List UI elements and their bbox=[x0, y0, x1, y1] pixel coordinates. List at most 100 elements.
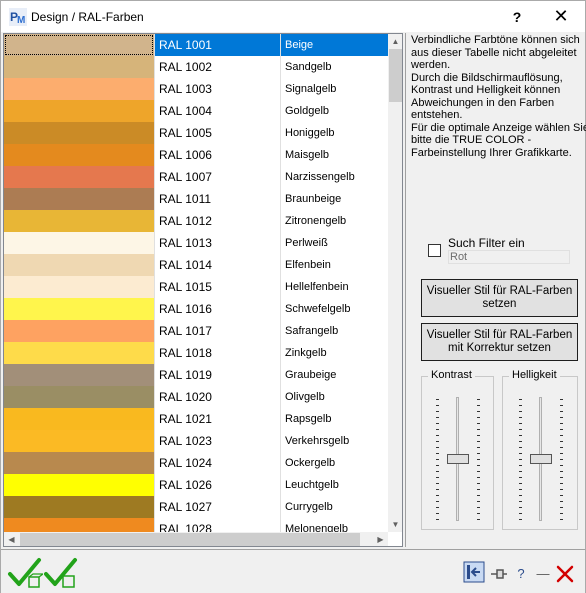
slider-tick bbox=[519, 411, 522, 412]
close-icon[interactable] bbox=[555, 564, 575, 584]
horizontal-scrollbar[interactable]: ◀ ▶ bbox=[4, 532, 388, 546]
ral-code: RAL 1004 bbox=[154, 100, 280, 122]
ral-row[interactable]: RAL 1015 Hellelfenbein bbox=[4, 276, 388, 298]
ral-name: Honiggelb bbox=[280, 122, 388, 144]
slider-tick bbox=[519, 483, 522, 484]
ral-row[interactable]: RAL 1027 Currygelb bbox=[4, 496, 388, 518]
slider-tick bbox=[436, 453, 439, 454]
info-line: bitte die TRUE COLOR - bbox=[411, 134, 532, 146]
slider-tick bbox=[477, 471, 480, 472]
ral-row[interactable]: RAL 1004 Goldgelb bbox=[4, 100, 388, 122]
vertical-scrollbar[interactable]: ▲ ▼ bbox=[388, 34, 402, 532]
slider-tick bbox=[560, 411, 563, 412]
slider-tick bbox=[560, 465, 563, 466]
slider-tick bbox=[560, 405, 563, 406]
slider-tick bbox=[436, 507, 439, 508]
ral-row[interactable]: RAL 1020 Olivgelb bbox=[4, 386, 388, 408]
search-filter-checkbox[interactable] bbox=[428, 244, 441, 257]
horizontal-scroll-thumb[interactable] bbox=[20, 533, 360, 546]
slider-tick bbox=[519, 447, 522, 448]
color-swatch bbox=[4, 34, 154, 56]
title-close-button[interactable]: ✕ bbox=[541, 4, 581, 30]
ral-code: RAL 1003 bbox=[154, 78, 280, 100]
search-filter-field[interactable]: Rot bbox=[448, 250, 570, 264]
ral-code: RAL 1027 bbox=[154, 496, 280, 518]
ral-row[interactable]: RAL 1005 Honiggelb bbox=[4, 122, 388, 144]
ral-row[interactable]: RAL 1019 Graubeige bbox=[4, 364, 388, 386]
ral-row[interactable]: RAL 1023 Verkehrsgelb bbox=[4, 430, 388, 452]
slider-tick bbox=[560, 495, 563, 496]
vertical-scroll-thumb[interactable] bbox=[389, 49, 402, 102]
ral-name: Currygelb bbox=[280, 496, 388, 518]
set-visual-style-correction-button[interactable]: Visueller Stil für RAL-Farben mit Korrek… bbox=[421, 323, 578, 361]
ral-row[interactable]: RAL 1018 Zinkgelb bbox=[4, 342, 388, 364]
ral-row[interactable]: RAL 1024 Ockergelb bbox=[4, 452, 388, 474]
scroll-up-arrow-icon[interactable]: ▲ bbox=[388, 34, 402, 49]
scroll-left-arrow-icon[interactable]: ◀ bbox=[4, 532, 19, 546]
ral-rows: RAL 1001 Beige RAL 1002 Sandgelb RAL 1003 Sig… bbox=[4, 34, 388, 532]
panel-toggle-icon[interactable] bbox=[463, 561, 485, 583]
scroll-right-arrow-icon[interactable]: ▶ bbox=[373, 532, 388, 546]
color-swatch bbox=[4, 100, 154, 122]
ral-row[interactable]: RAL 1013 Perlweiß bbox=[4, 232, 388, 254]
set-visual-style-button[interactable]: Visueller Stil für RAL-Farben setzen bbox=[421, 279, 578, 317]
ral-row[interactable]: RAL 1021 Rapsgelb bbox=[4, 408, 388, 430]
ral-row[interactable]: RAL 1016 Schwefelgelb bbox=[4, 298, 388, 320]
ral-row[interactable]: RAL 1026 Leuchtgelb bbox=[4, 474, 388, 496]
slider-tick bbox=[519, 489, 522, 490]
ral-name: Sandgelb bbox=[280, 56, 388, 78]
color-swatch bbox=[4, 232, 154, 254]
slider-tick bbox=[519, 399, 522, 400]
slider-tick bbox=[436, 441, 439, 442]
info-line: Durch die Bildschirmauflösung, bbox=[411, 71, 563, 84]
slider-tick bbox=[477, 483, 480, 484]
ral-row[interactable]: RAL 1006 Maisgelb bbox=[4, 144, 388, 166]
ral-code: RAL 1019 bbox=[154, 364, 280, 386]
color-swatch bbox=[4, 364, 154, 386]
ral-row[interactable]: RAL 1002 Sandgelb bbox=[4, 56, 388, 78]
slider-tick bbox=[436, 519, 439, 520]
ral-name: Elfenbein bbox=[280, 254, 388, 276]
ral-row[interactable]: RAL 1001 Beige bbox=[4, 34, 388, 56]
check-icon[interactable] bbox=[7, 557, 43, 589]
slider-tick bbox=[560, 489, 563, 490]
ral-row[interactable]: RAL 1007 Narzissengelb bbox=[4, 166, 388, 188]
ral-code: RAL 1024 bbox=[154, 452, 280, 474]
info-text: Verbindliche Farbtöne können sich aus di… bbox=[411, 34, 586, 159]
pin-icon[interactable] bbox=[489, 564, 509, 584]
ral-row[interactable]: RAL 1017 Safrangelb bbox=[4, 320, 388, 342]
ral-name: Signalgelb bbox=[280, 78, 388, 100]
help-icon[interactable]: ? bbox=[511, 564, 531, 584]
ral-color-list[interactable]: RAL 1001 Beige RAL 1002 Sandgelb RAL 1003 Sig… bbox=[3, 33, 403, 547]
ral-code: RAL 1002 bbox=[154, 56, 280, 78]
ral-row[interactable]: RAL 1012 Zitronengelb bbox=[4, 210, 388, 232]
ral-name: Narzissengelb bbox=[280, 166, 388, 188]
ral-row[interactable]: RAL 1028 Melonengelb bbox=[4, 518, 388, 532]
minimize-icon[interactable]: — bbox=[533, 564, 553, 584]
slider-tick bbox=[519, 477, 522, 478]
ral-row[interactable]: RAL 1003 Signalgelb bbox=[4, 78, 388, 100]
ral-row[interactable]: RAL 1014 Elfenbein bbox=[4, 254, 388, 276]
info-line: aus dieser Tabelle nicht abgeleitet bbox=[411, 46, 577, 59]
slider-tick bbox=[519, 501, 522, 502]
info-line: Abweichungen in den Farben bbox=[411, 96, 555, 109]
ral-name: Maisgelb bbox=[280, 144, 388, 166]
slider-tick bbox=[560, 513, 563, 514]
slider-tick bbox=[436, 471, 439, 472]
slider-tick bbox=[477, 507, 480, 508]
ral-dialog-window: P M Design / RAL-Farben ? ✕ RAL 1001 Beig… bbox=[0, 0, 586, 593]
slider-tick bbox=[436, 465, 439, 466]
title-help-button[interactable]: ? bbox=[501, 4, 533, 30]
color-swatch bbox=[4, 430, 154, 452]
contrast-ticks-right bbox=[477, 399, 480, 520]
slider-tick bbox=[560, 453, 563, 454]
check-apply-icon[interactable] bbox=[43, 557, 79, 589]
scroll-down-arrow-icon[interactable]: ▼ bbox=[388, 517, 402, 532]
brightness-slider-thumb[interactable] bbox=[530, 454, 552, 464]
brightness-label: Helligkeit bbox=[509, 369, 560, 381]
brightness-group: Helligkeit bbox=[502, 369, 578, 530]
contrast-slider-thumb[interactable] bbox=[447, 454, 469, 464]
color-swatch bbox=[4, 518, 154, 532]
ral-row[interactable]: RAL 1011 Braunbeige bbox=[4, 188, 388, 210]
slider-tick bbox=[477, 423, 480, 424]
